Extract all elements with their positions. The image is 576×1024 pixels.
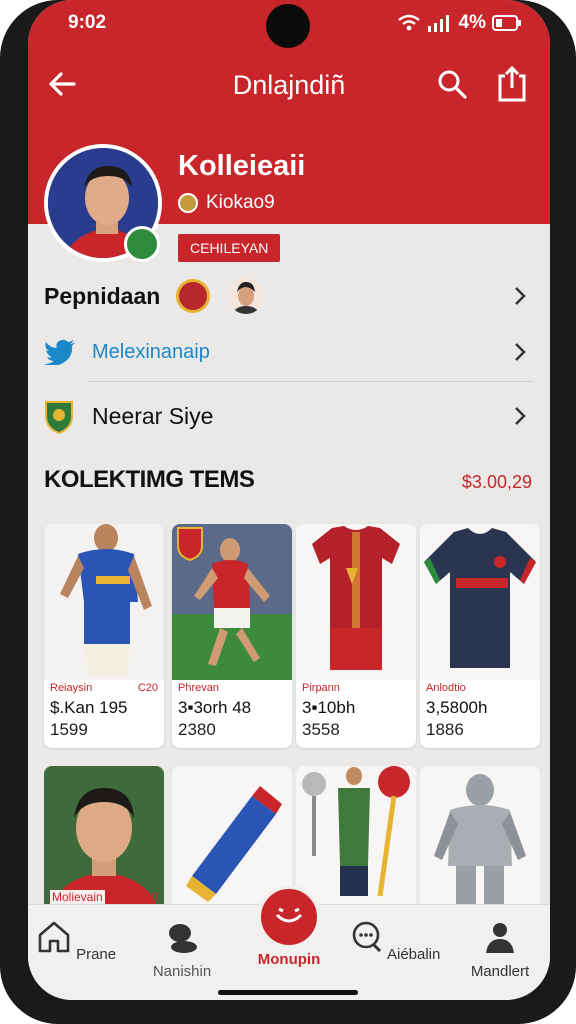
home-indicator bbox=[218, 990, 358, 995]
status-bar: 9:02 4% bbox=[68, 12, 522, 36]
person-icon bbox=[486, 923, 514, 953]
item-card[interactable]: Reiaysin C20 $.Kan 195 1599 bbox=[44, 524, 164, 748]
player-blue-image bbox=[44, 524, 164, 680]
item-card[interactable]: Phrevan 3▪3orh 48 2380 bbox=[172, 524, 292, 748]
badge-icon bbox=[178, 193, 198, 213]
pebbles-icon bbox=[169, 924, 197, 953]
row-neerar-siye[interactable]: Neerar Siye bbox=[44, 388, 534, 444]
chevron-right-icon bbox=[515, 287, 526, 305]
item-name: 3▪10bh bbox=[302, 698, 356, 717]
item-price: 3558 bbox=[302, 720, 340, 739]
club-crest-icon bbox=[176, 279, 211, 313]
row-pepnidaan[interactable]: Pepnidaan bbox=[44, 268, 534, 324]
page-title: Dnlajndiñ bbox=[232, 70, 346, 100]
item-card[interactable] bbox=[420, 766, 540, 916]
section-title: KOLEKTIMG TEMS bbox=[44, 466, 255, 493]
item-code: C20 bbox=[135, 890, 158, 904]
row-label: Pepnidaan bbox=[44, 282, 161, 309]
robot-image bbox=[420, 766, 540, 916]
item-subtitle: Anlodtio bbox=[426, 682, 466, 694]
profile-subtitle: Kiokao9 bbox=[178, 192, 275, 214]
profile-subtitle-text: Kiokao9 bbox=[206, 192, 275, 213]
bottom-tab-bar: Prane Nanishin Monupin Aiébalin Mandlert bbox=[28, 885, 550, 1000]
row-label: Melexinanaip bbox=[92, 340, 210, 363]
screen: 9:02 4% Dnlajndiñ Kolleieaii Kiokao9 CEH… bbox=[28, 0, 550, 1000]
item-card[interactable]: Pirpann 3▪10bh 3558 bbox=[296, 524, 416, 748]
status-icons: 4% bbox=[397, 12, 522, 34]
battery-icon bbox=[492, 15, 521, 31]
jersey-dark-image bbox=[420, 524, 540, 680]
tab-prane[interactable]: Prane bbox=[28, 919, 124, 963]
signal-icon bbox=[427, 15, 449, 32]
chevron-right-icon bbox=[515, 407, 526, 425]
tab-label: Aiébalin bbox=[386, 946, 441, 963]
twitter-bird-icon bbox=[44, 339, 75, 365]
item-subtitle: Reiaysin bbox=[50, 682, 93, 694]
tab-label: Nanishin bbox=[152, 963, 212, 980]
row-melexinanaip[interactable]: Melexinanaip bbox=[44, 324, 534, 380]
player-red-image bbox=[172, 524, 292, 680]
battery-percent: 4% bbox=[458, 12, 486, 33]
row-label: Neerar Siye bbox=[92, 402, 214, 429]
item-price: 2380 bbox=[178, 720, 216, 739]
phone-frame: 9:02 4% Dnlajndiñ Kolleieaii Kiokao9 CEH… bbox=[0, 0, 576, 1024]
shield-crest-icon bbox=[45, 401, 73, 434]
chat-search-icon bbox=[352, 921, 381, 953]
club-badge-icon bbox=[124, 226, 160, 262]
wifi-icon bbox=[397, 14, 420, 31]
face-icon bbox=[275, 907, 303, 923]
player-thumb-icon bbox=[228, 278, 265, 314]
share-icon[interactable] bbox=[496, 66, 528, 102]
jersey-red-image bbox=[296, 524, 416, 680]
item-subtitle: Pirpann bbox=[302, 682, 340, 694]
item-price: 1886 bbox=[426, 720, 464, 739]
search-icon[interactable] bbox=[436, 68, 468, 100]
item-card[interactable]: Molievain C20 bbox=[44, 766, 164, 916]
center-action-button[interactable] bbox=[257, 885, 321, 949]
item-name: 3▪3orh 48 bbox=[178, 698, 252, 717]
section-price: $3.00,29 bbox=[461, 472, 532, 492]
chevron-right-icon bbox=[515, 343, 526, 361]
item-name: 3,5800h bbox=[426, 698, 488, 717]
tab-label: Mandlert bbox=[470, 963, 530, 980]
tab-nanishin[interactable]: Nanishin bbox=[134, 919, 230, 980]
status-time: 9:02 bbox=[68, 12, 107, 33]
item-subtitle: Molievain bbox=[50, 890, 105, 904]
tab-label: Prane bbox=[76, 946, 117, 963]
profile-name: Kolleieaii bbox=[178, 150, 306, 182]
top-app-bar: Dnlajndiñ bbox=[28, 62, 550, 110]
item-price: 1599 bbox=[50, 720, 88, 739]
divider bbox=[88, 381, 534, 382]
item-subtitle: Phrevan bbox=[178, 682, 219, 694]
item-code: C20 bbox=[137, 682, 158, 694]
tab-aiebalin[interactable]: Aiébalin bbox=[346, 919, 442, 963]
item-name: $.Kan 195 bbox=[50, 698, 128, 717]
tab-mandlert[interactable]: Mandlert bbox=[452, 919, 548, 980]
tab-monupin[interactable]: Monupin bbox=[241, 885, 337, 968]
home-icon bbox=[38, 921, 70, 953]
tab-label: Monupin bbox=[257, 951, 321, 968]
item-card[interactable]: Anlodtio 3,5800h 1886 bbox=[420, 524, 540, 748]
profile-tag[interactable]: CEHILEYAN bbox=[178, 234, 281, 262]
